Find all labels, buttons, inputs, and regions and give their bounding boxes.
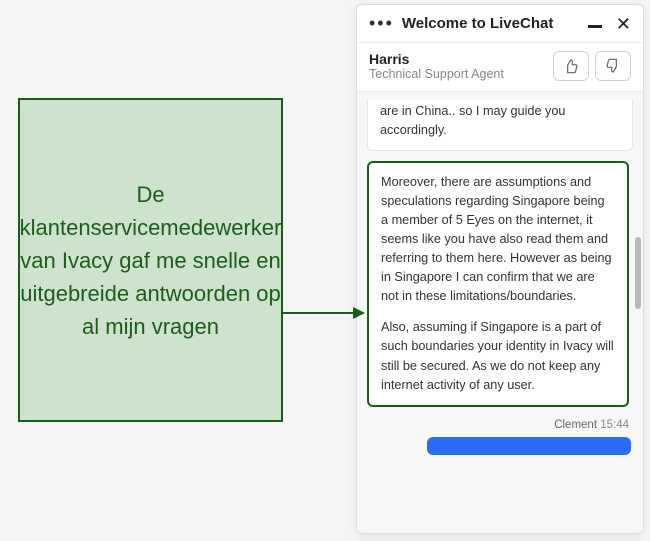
user-message-meta: Clement 15:44: [367, 417, 633, 435]
more-options-icon[interactable]: •••: [369, 13, 394, 34]
user-message-bubble: [427, 437, 631, 455]
chat-header: ••• Welcome to LiveChat ✕: [357, 5, 643, 43]
user-name: Clement: [554, 419, 597, 431]
thumbs-up-icon: [563, 58, 579, 74]
annotation-arrow: [283, 312, 363, 314]
annotation-callout: De klantenservicemedewerker van Ivacy ga…: [18, 98, 283, 422]
agent-info: Harris Technical Support Agent: [369, 51, 545, 81]
thumbs-down-icon: [605, 58, 621, 74]
close-icon[interactable]: ✕: [616, 15, 631, 33]
minimize-icon[interactable]: [588, 25, 602, 28]
chat-messages-area[interactable]: are in China.. so I may guide you accord…: [357, 92, 643, 533]
scrollbar-track[interactable]: [635, 92, 641, 533]
agent-name: Harris: [369, 51, 545, 67]
message-paragraph: Moreover, there are assumptions and spec…: [381, 173, 615, 306]
agent-role: Technical Support Agent: [369, 67, 545, 81]
message-text: are in China.. so I may guide you accord…: [380, 104, 565, 137]
agent-message: are in China.. so I may guide you accord…: [367, 100, 633, 151]
chat-title: Welcome to LiveChat: [402, 15, 580, 32]
message-paragraph: Also, assuming if Singapore is a part of…: [381, 318, 615, 394]
agent-info-bar: Harris Technical Support Agent: [357, 43, 643, 92]
message-time: 15:44: [600, 419, 629, 431]
annotation-text: De klantenservicemedewerker van Ivacy ga…: [20, 178, 282, 343]
thumbs-up-button[interactable]: [553, 51, 589, 81]
scrollbar-thumb[interactable]: [635, 237, 641, 309]
window-controls: ✕: [588, 15, 631, 33]
livechat-window: ••• Welcome to LiveChat ✕ Harris Technic…: [356, 4, 644, 534]
agent-message-highlighted: Moreover, there are assumptions and spec…: [367, 161, 629, 407]
rating-buttons: [553, 51, 631, 81]
thumbs-down-button[interactable]: [595, 51, 631, 81]
